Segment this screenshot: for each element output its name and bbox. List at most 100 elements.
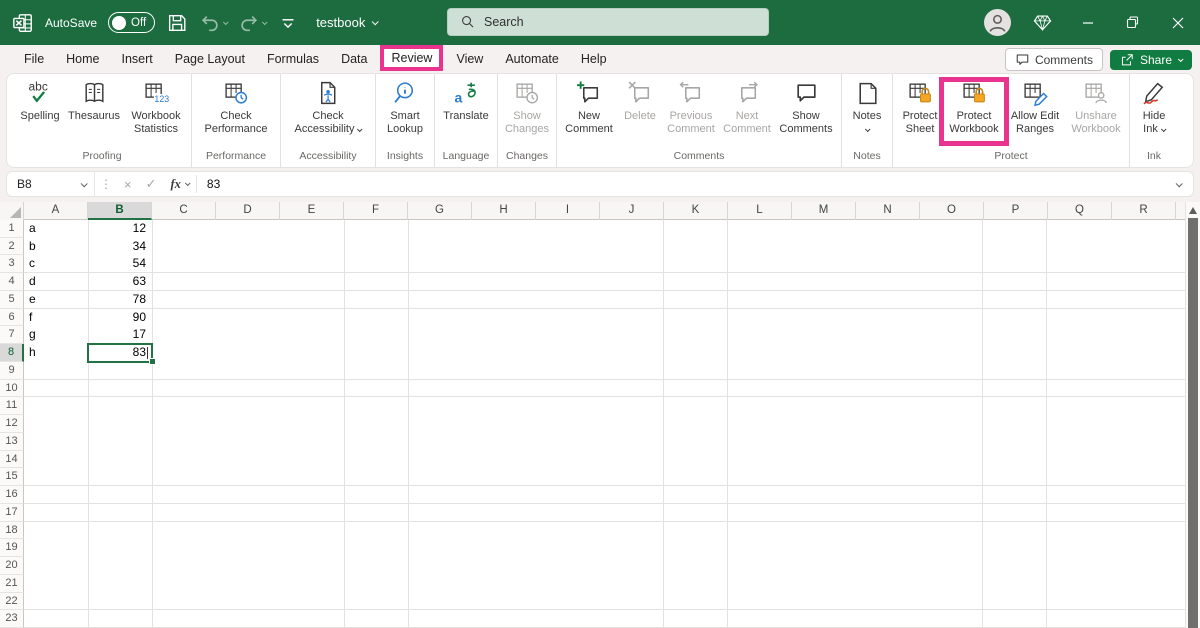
save-icon[interactable] [166,12,188,34]
diamond-button[interactable] [1020,0,1065,45]
cell-b1[interactable]: 12 [88,220,152,238]
row-header-6[interactable]: 6 [0,309,24,327]
row-header-19[interactable]: 19 [0,539,24,557]
cancel-icon[interactable]: × [117,177,139,192]
tab-file[interactable]: File [13,47,55,71]
spelling-button[interactable]: abcSpelling [16,74,64,123]
column-header-p[interactable]: P [984,202,1048,220]
tab-page-layout[interactable]: Page Layout [164,47,256,71]
new-comment-button[interactable]: NewComment [560,74,618,136]
enter-icon[interactable]: ✓ [139,176,164,192]
formula-input[interactable]: 83 [197,177,1176,191]
column-header-n[interactable]: N [856,202,920,220]
row-header-1[interactable]: 1 [0,220,24,238]
selected-cell-b8[interactable] [87,343,153,363]
check-accessibility-button[interactable]: CheckAccessibility [284,74,372,136]
row-header-8[interactable]: 8 [0,344,24,362]
column-header-o[interactable]: O [920,202,984,220]
namebox-drag-handle[interactable]: ⋮ [95,177,117,191]
cell-a8[interactable]: h [24,344,88,362]
account-button[interactable] [975,0,1020,45]
column-header-k[interactable]: K [664,202,728,220]
column-header-b[interactable]: B [88,202,152,220]
column-header-m[interactable]: M [792,202,856,220]
allow-edit-ranges-button[interactable]: Allow EditRanges [1004,74,1066,136]
cell-b5[interactable]: 78 [88,291,152,309]
tab-insert[interactable]: Insert [111,47,164,71]
protect-sheet-button[interactable]: ProtectSheet [896,74,944,136]
row-header-5[interactable]: 5 [0,291,24,309]
row-header-3[interactable]: 3 [0,255,24,273]
select-all-corner[interactable] [0,202,24,220]
tab-automate[interactable]: Automate [494,47,570,71]
row-header-17[interactable]: 17 [0,504,24,522]
tab-help[interactable]: Help [570,47,618,71]
notes-button[interactable]: Notes [845,74,889,136]
row-header-23[interactable]: 23 [0,610,24,628]
minimize-button[interactable] [1065,0,1110,45]
row-header-22[interactable]: 22 [0,593,24,611]
row-header-4[interactable]: 4 [0,273,24,291]
column-header-l[interactable]: L [728,202,792,220]
row-header-18[interactable]: 18 [0,522,24,540]
tab-formulas[interactable]: Formulas [256,47,330,71]
smart-lookup-button[interactable]: SmartLookup [379,74,431,136]
thesaurus-button[interactable]: Thesaurus [64,74,124,123]
tab-review[interactable]: Review [380,45,443,71]
comments-button[interactable]: Comments [1005,48,1103,71]
cell-b6[interactable]: 90 [88,309,152,327]
column-header-j[interactable]: J [600,202,664,220]
cell-b7[interactable]: 17 [88,326,152,344]
vertical-scrollbar[interactable] [1185,202,1200,628]
cell-a1[interactable]: a [24,220,88,238]
column-header-r[interactable]: R [1112,202,1176,220]
row-header-15[interactable]: 15 [0,468,24,486]
scrollbar-thumb[interactable] [1188,218,1198,628]
workbook-statistics-button[interactable]: 123WorkbookStatistics [124,74,188,136]
scroll-up-icon[interactable] [1189,207,1197,214]
tab-home[interactable]: Home [55,47,110,71]
row-header-2[interactable]: 2 [0,238,24,256]
column-header-d[interactable]: D [216,202,280,220]
column-header-a[interactable]: A [24,202,88,220]
column-header-f[interactable]: F [344,202,408,220]
cell-a6[interactable]: f [24,309,88,327]
column-header-e[interactable]: E [280,202,344,220]
translate-button[interactable]: aTranslate [438,74,494,123]
row-header-16[interactable]: 16 [0,486,24,504]
cell-a3[interactable]: c [24,255,88,273]
name-box[interactable]: B8 [7,172,95,196]
check-performance-button[interactable]: CheckPerformance [195,74,277,136]
column-header-g[interactable]: G [408,202,472,220]
workbook-title[interactable]: testbook [316,15,377,30]
show-comments-button[interactable]: ShowComments [774,74,838,136]
protect-workbook-button[interactable]: ProtectWorkbook [944,74,1004,136]
row-header-9[interactable]: 9 [0,362,24,380]
cell-a4[interactable]: d [24,273,88,291]
row-header-10[interactable]: 10 [0,380,24,398]
insert-function-button[interactable]: fx [164,177,196,192]
undo-button[interactable] [199,12,227,34]
row-header-7[interactable]: 7 [0,326,24,344]
column-header-h[interactable]: H [472,202,536,220]
tab-data[interactable]: Data [330,47,378,71]
cell-a5[interactable]: e [24,291,88,309]
cell-a2[interactable]: b [24,238,88,256]
cell-a7[interactable]: g [24,326,88,344]
tab-view[interactable]: View [445,47,494,71]
row-header-20[interactable]: 20 [0,557,24,575]
column-header-i[interactable]: I [536,202,600,220]
row-header-12[interactable]: 12 [0,415,24,433]
share-button[interactable]: Share [1110,50,1192,70]
row-header-11[interactable]: 11 [0,397,24,415]
cell-b2[interactable]: 34 [88,238,152,256]
fill-handle[interactable] [150,359,155,364]
hide-ink-button[interactable]: HideInk [1133,74,1175,136]
row-header-21[interactable]: 21 [0,575,24,593]
column-header-q[interactable]: Q [1048,202,1112,220]
search-input[interactable]: Search [447,8,769,36]
autosave-toggle[interactable]: Off [108,12,155,33]
customize-quick-access-icon[interactable] [277,12,299,34]
cell-b3[interactable]: 54 [88,255,152,273]
row-header-14[interactable]: 14 [0,451,24,469]
